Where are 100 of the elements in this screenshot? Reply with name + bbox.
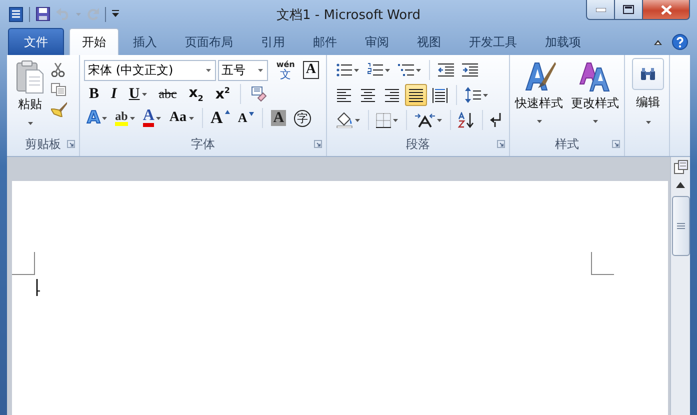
file-tab[interactable]: 文件 — [8, 28, 64, 55]
strikethrough-button[interactable]: abc — [154, 83, 182, 105]
font-name-combobox[interactable]: 宋体 (中文正文) — [84, 60, 216, 80]
eraser-icon — [250, 86, 267, 102]
ribbon-tab[interactable]: 开发工具 — [455, 29, 531, 55]
caret-icon — [483, 94, 488, 96]
clipboard-icon — [16, 60, 44, 94]
group-label: 字体 — [191, 136, 215, 152]
close-button[interactable] — [643, 0, 690, 20]
save-icon[interactable] — [36, 7, 50, 21]
crop-mark — [591, 252, 614, 275]
borders-icon — [376, 112, 392, 128]
bullets-icon — [336, 63, 352, 77]
ribbon-tab[interactable]: 视图 — [403, 29, 455, 55]
app-icon[interactable] — [9, 6, 23, 22]
caret-icon — [206, 68, 211, 72]
paste-button[interactable]: 粘贴 — [7, 55, 51, 134]
align-right-icon — [384, 88, 400, 102]
group-label: 段落 — [406, 136, 430, 152]
grow-font-button[interactable]: A — [208, 107, 233, 129]
bold-button[interactable]: B — [84, 83, 104, 105]
caret-icon — [130, 116, 135, 120]
paragraph-mark-icon — [490, 113, 502, 127]
change-styles-button[interactable]: 更改样式 — [568, 55, 622, 134]
font-size-combobox[interactable]: 五号 — [218, 60, 268, 80]
dialog-launcher-icon[interactable] — [67, 140, 75, 148]
customize-icon[interactable] — [112, 10, 119, 18]
align-justify-button[interactable] — [405, 84, 427, 106]
ribbon-tab[interactable]: 引用 — [247, 29, 299, 55]
align-center-icon — [360, 88, 376, 102]
styles-icon — [578, 60, 612, 92]
italic-button[interactable]: I — [106, 83, 122, 105]
ruler-icon[interactable] — [674, 160, 688, 174]
increase-icon — [224, 110, 230, 114]
minimize-button[interactable] — [586, 0, 615, 20]
caret-icon — [393, 118, 398, 122]
caret-icon — [102, 116, 108, 120]
copy-icon — [51, 83, 66, 96]
maximize-icon — [623, 5, 634, 14]
caret-icon — [536, 120, 542, 123]
caret-icon — [156, 116, 162, 120]
font-color-button[interactable]: A — [140, 107, 164, 129]
ribbon-tab[interactable]: 开始 — [69, 28, 119, 55]
decrease-icon — [249, 112, 254, 116]
caret-icon — [76, 12, 81, 16]
underline-button[interactable]: U — [124, 83, 152, 105]
increase-indent-icon — [462, 63, 478, 77]
caret-icon — [416, 68, 421, 72]
numbering-icon — [367, 63, 383, 77]
caret-icon — [188, 116, 194, 120]
ribbon-tab[interactable]: 审阅 — [351, 29, 403, 55]
ribbon-tab[interactable]: 插入 — [119, 29, 171, 55]
format-painter-icon — [51, 102, 67, 117]
scissors-icon — [51, 63, 65, 77]
paint-bucket-icon — [336, 112, 353, 128]
dialog-launcher-icon[interactable] — [497, 140, 505, 148]
help-icon[interactable] — [672, 34, 688, 50]
maximize-button[interactable] — [615, 0, 643, 20]
align-distributed-icon — [432, 88, 448, 102]
crop-mark — [12, 252, 35, 275]
subscript-button[interactable]: x$_{2}$ — [184, 83, 208, 105]
phonetic-guide-button[interactable]: wén 文 — [273, 59, 298, 81]
chinese-layout-icon — [414, 112, 434, 128]
group-label: 样式 — [555, 136, 579, 152]
scroll-thumb[interactable] — [672, 196, 690, 256]
minimize-ribbon-icon[interactable] — [654, 40, 662, 44]
close-icon — [660, 4, 672, 14]
dialog-launcher-icon[interactable] — [314, 140, 322, 148]
ribbon-tab[interactable]: 邮件 — [299, 29, 351, 55]
quick-styles-button[interactable]: 快速样式 — [512, 55, 566, 134]
superscript-button[interactable]: x$^{2}$ — [210, 83, 235, 105]
align-left-icon — [336, 88, 352, 102]
minimize-icon — [596, 8, 606, 12]
group-label: 剪贴板 — [25, 136, 61, 152]
change-case-button[interactable]: Aa — [166, 107, 197, 129]
scrollbar[interactable] — [670, 157, 690, 415]
caret-icon — [592, 120, 598, 123]
text-cursor-icon — [36, 279, 42, 296]
caret-icon — [354, 68, 359, 72]
ribbon-tab[interactable]: 页面布局 — [171, 29, 247, 55]
highlight-button[interactable]: ab — [112, 107, 138, 129]
window-title: 文档1 - Microsoft Word — [276, 6, 420, 24]
shrink-font-button[interactable]: A — [234, 107, 258, 129]
grip-icon — [676, 223, 684, 229]
scroll-up-icon[interactable] — [676, 182, 685, 188]
dialog-launcher-icon[interactable] — [612, 140, 620, 148]
caret-icon — [258, 68, 264, 72]
editing-button[interactable]: 编辑 — [625, 55, 671, 134]
multilevel-list-icon — [398, 63, 414, 77]
caret-icon — [142, 92, 147, 96]
line-spacing-icon — [465, 87, 481, 103]
binoculars-icon — [640, 67, 656, 81]
caret-icon — [28, 122, 32, 125]
sort-icon — [458, 112, 474, 128]
caret-icon — [385, 68, 390, 72]
decrease-indent-icon — [438, 63, 454, 77]
caret-icon — [646, 121, 650, 124]
align-justify-icon — [408, 88, 424, 102]
caret-icon — [436, 118, 442, 122]
ribbon-tab[interactable]: 加载项 — [531, 29, 595, 55]
